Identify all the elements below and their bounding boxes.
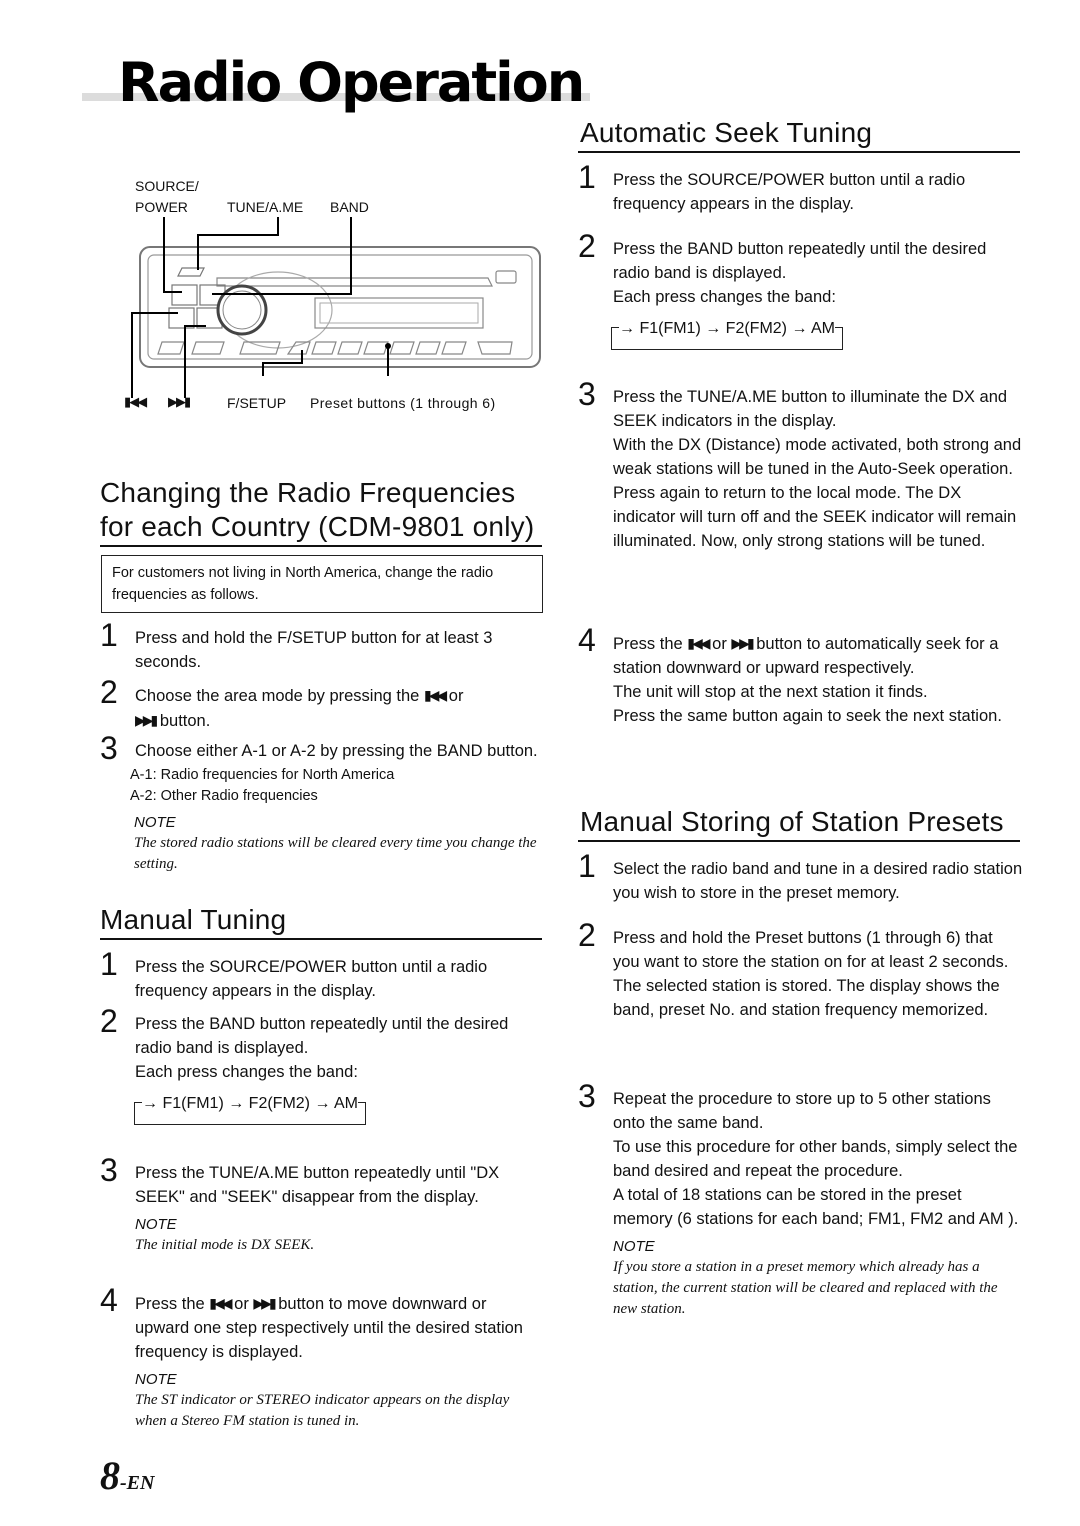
auto-step-2: 2 Press the BAND button repeatedly until… bbox=[578, 229, 1023, 353]
step-text: Select the radio band and tune in a desi… bbox=[613, 860, 1023, 902]
step-text: Press the SOURCE/POWER button until a ra… bbox=[613, 171, 966, 213]
step-paragraph: With the DX (Distance) mode activated, b… bbox=[613, 436, 1022, 478]
note-text: The ST indicator or STEREO indicator app… bbox=[135, 1392, 510, 1429]
step-text-or: or bbox=[448, 687, 464, 705]
step-number: 1 bbox=[100, 617, 118, 653]
note-text: If you store a station in a preset memor… bbox=[613, 1259, 998, 1317]
step-paragraph: The selected station is stored. The disp… bbox=[613, 977, 1000, 1019]
label-preset-buttons: Preset buttons (1 through 6) bbox=[310, 395, 496, 411]
cycle-tick bbox=[835, 327, 843, 328]
step-extra: Each press changes the band: bbox=[613, 288, 836, 306]
step-number: 1 bbox=[100, 946, 118, 982]
next-track-icon: ▶▶▮ bbox=[253, 1295, 276, 1311]
heading-rule bbox=[100, 938, 542, 940]
note-text: The initial mode is DX SEEK. bbox=[135, 1237, 315, 1253]
presets-step-3: 3 Repeat the procedure to store up to 5 … bbox=[578, 1079, 1023, 1320]
prev-track-icon: ▮◀◀ bbox=[124, 394, 147, 409]
area-a2: A-2: Other Radio frequencies bbox=[130, 788, 318, 804]
presets-step-1: 1 Select the radio band and tune in a de… bbox=[578, 849, 1023, 905]
band-cycle-diagram: → F1(FM1) → F2(FM2) → AM bbox=[611, 317, 881, 353]
prev-track-icon: ▮◀◀ bbox=[687, 635, 710, 651]
step-number: 2 bbox=[100, 674, 118, 710]
page-number-value: 8 bbox=[100, 1453, 120, 1498]
band-cycle-text: → F1(FM1) → F2(FM2) → AM bbox=[142, 1095, 358, 1112]
step-number: 2 bbox=[578, 228, 596, 264]
label-fsetup: F/SETUP bbox=[227, 395, 287, 411]
step-text: Press and hold the Preset buttons (1 thr… bbox=[613, 929, 1009, 971]
step-number: 3 bbox=[100, 1152, 118, 1188]
auto-step-4: 4 Press the ▮◀◀ or ▶▶▮ button to automat… bbox=[578, 623, 1023, 728]
step-number: 4 bbox=[100, 1282, 118, 1318]
country-step-1: 1 Press and hold the F/SETUP button for … bbox=[100, 618, 545, 674]
country-step-2: 2 Choose the area mode by pressing the ▮… bbox=[100, 675, 545, 733]
heading-auto-seek: Automatic Seek Tuning bbox=[580, 117, 873, 148]
step-text: Choose either A-1 or A-2 by pressing the… bbox=[135, 742, 538, 760]
auto-step-3: 3 Press the TUNE/A.ME button to illumina… bbox=[578, 377, 1023, 553]
step-text: Choose the area mode by pressing the bbox=[135, 687, 420, 705]
step-text: Press the bbox=[613, 635, 683, 653]
manual-step-2: 2 Press the BAND button repeatedly until… bbox=[100, 1004, 545, 1128]
manual-step-4: 4 Press the ▮◀◀ or ▶▶▮ button to move do… bbox=[100, 1283, 545, 1432]
presets-step-2: 2 Press and hold the Preset buttons (1 t… bbox=[578, 918, 1023, 1022]
next-track-icon: ▶▶▮ bbox=[731, 635, 754, 651]
step-text: Press the BAND button repeatedly until t… bbox=[135, 1015, 509, 1057]
note-label: NOTE bbox=[135, 1216, 177, 1233]
heading-manual-tuning: Manual Tuning bbox=[100, 904, 287, 935]
prev-track-icon: ▮◀◀ bbox=[209, 1295, 232, 1311]
page-number: 8-EN bbox=[100, 1452, 154, 1499]
heading-country-line2: for each Country (CDM-9801 only) bbox=[100, 511, 535, 542]
note-label: NOTE bbox=[134, 814, 176, 831]
band-cycle-diagram: → F1(FM1) → F2(FM2) → AM bbox=[134, 1092, 404, 1128]
heading-rule bbox=[578, 840, 1020, 842]
page-language-suffix: -EN bbox=[120, 1472, 155, 1494]
note-text: The stored radio stations will be cleare… bbox=[134, 835, 537, 872]
prev-track-icon: ▮◀◀ bbox=[423, 687, 447, 703]
step-text: Press the SOURCE/POWER button until a ra… bbox=[135, 958, 488, 1000]
auto-step-1: 1 Press the SOURCE/POWER button until a … bbox=[578, 160, 1023, 216]
step-number: 3 bbox=[578, 1078, 596, 1114]
next-track-icon: ▶▶▮ bbox=[135, 712, 158, 728]
heading-country-line1: Changing the Radio Frequencies bbox=[100, 477, 516, 508]
step-text-or: or bbox=[712, 635, 727, 653]
step-paragraph: A total of 18 stations can be stored in … bbox=[613, 1186, 1019, 1228]
step-text: Press and hold the F/SETUP button for at… bbox=[135, 629, 493, 671]
step-text: Press the bbox=[135, 1295, 205, 1313]
device-diagram: SOURCE/ POWER TUNE/A.ME BAND ▮◀◀ ▶▶▮ F/S… bbox=[120, 170, 550, 420]
step-number: 4 bbox=[578, 622, 596, 658]
step-extra: Each press changes the band: bbox=[135, 1063, 358, 1081]
heading-station-presets: Manual Storing of Station Presets bbox=[580, 806, 1004, 837]
band-cycle-text: → F1(FM1) → F2(FM2) → AM bbox=[619, 320, 835, 337]
next-track-icon: ▶▶▮ bbox=[168, 394, 191, 409]
note-label: NOTE bbox=[135, 1371, 177, 1388]
step-number: 1 bbox=[578, 848, 596, 884]
step-paragraph: The unit will stop at the next station i… bbox=[613, 683, 928, 701]
callout-box: For customers not living in North Americ… bbox=[101, 555, 543, 613]
step-number: 3 bbox=[100, 730, 118, 766]
step-number: 3 bbox=[578, 376, 596, 412]
step-number: 2 bbox=[100, 1003, 118, 1039]
step-number: 1 bbox=[578, 159, 596, 195]
note-label: NOTE bbox=[613, 1238, 655, 1255]
step-text: Press the TUNE/A.ME button repeatedly un… bbox=[135, 1164, 500, 1206]
step-text-after: button. bbox=[159, 712, 211, 730]
step-text-or: or bbox=[234, 1295, 249, 1313]
heading-rule bbox=[578, 151, 1020, 153]
step-paragraph: Press the same button again to seek the … bbox=[613, 707, 1002, 725]
manual-step-3: 3 Press the TUNE/A.ME button repeatedly … bbox=[100, 1153, 545, 1256]
step-paragraph: To use this procedure for other bands, s… bbox=[613, 1138, 1018, 1180]
step-number: 2 bbox=[578, 917, 596, 953]
step-paragraph: Press again to return to the local mode.… bbox=[613, 484, 1017, 550]
heading-rule bbox=[100, 545, 542, 547]
step-text: Press the BAND button repeatedly until t… bbox=[613, 240, 987, 282]
manual-step-1: 1 Press the SOURCE/POWER button until a … bbox=[100, 947, 545, 1003]
step-text: Repeat the procedure to store up to 5 ot… bbox=[613, 1090, 991, 1132]
cycle-tick bbox=[358, 1102, 366, 1103]
country-step-3: 3 Choose either A-1 or A-2 by pressing t… bbox=[100, 731, 545, 875]
page-title: Radio Operation bbox=[118, 51, 585, 114]
step-text: Press the TUNE/A.ME button to illuminate… bbox=[613, 388, 1008, 430]
area-a1: A-1: Radio frequencies for North America bbox=[130, 767, 395, 783]
car-stereo-drawing bbox=[131, 217, 541, 398]
